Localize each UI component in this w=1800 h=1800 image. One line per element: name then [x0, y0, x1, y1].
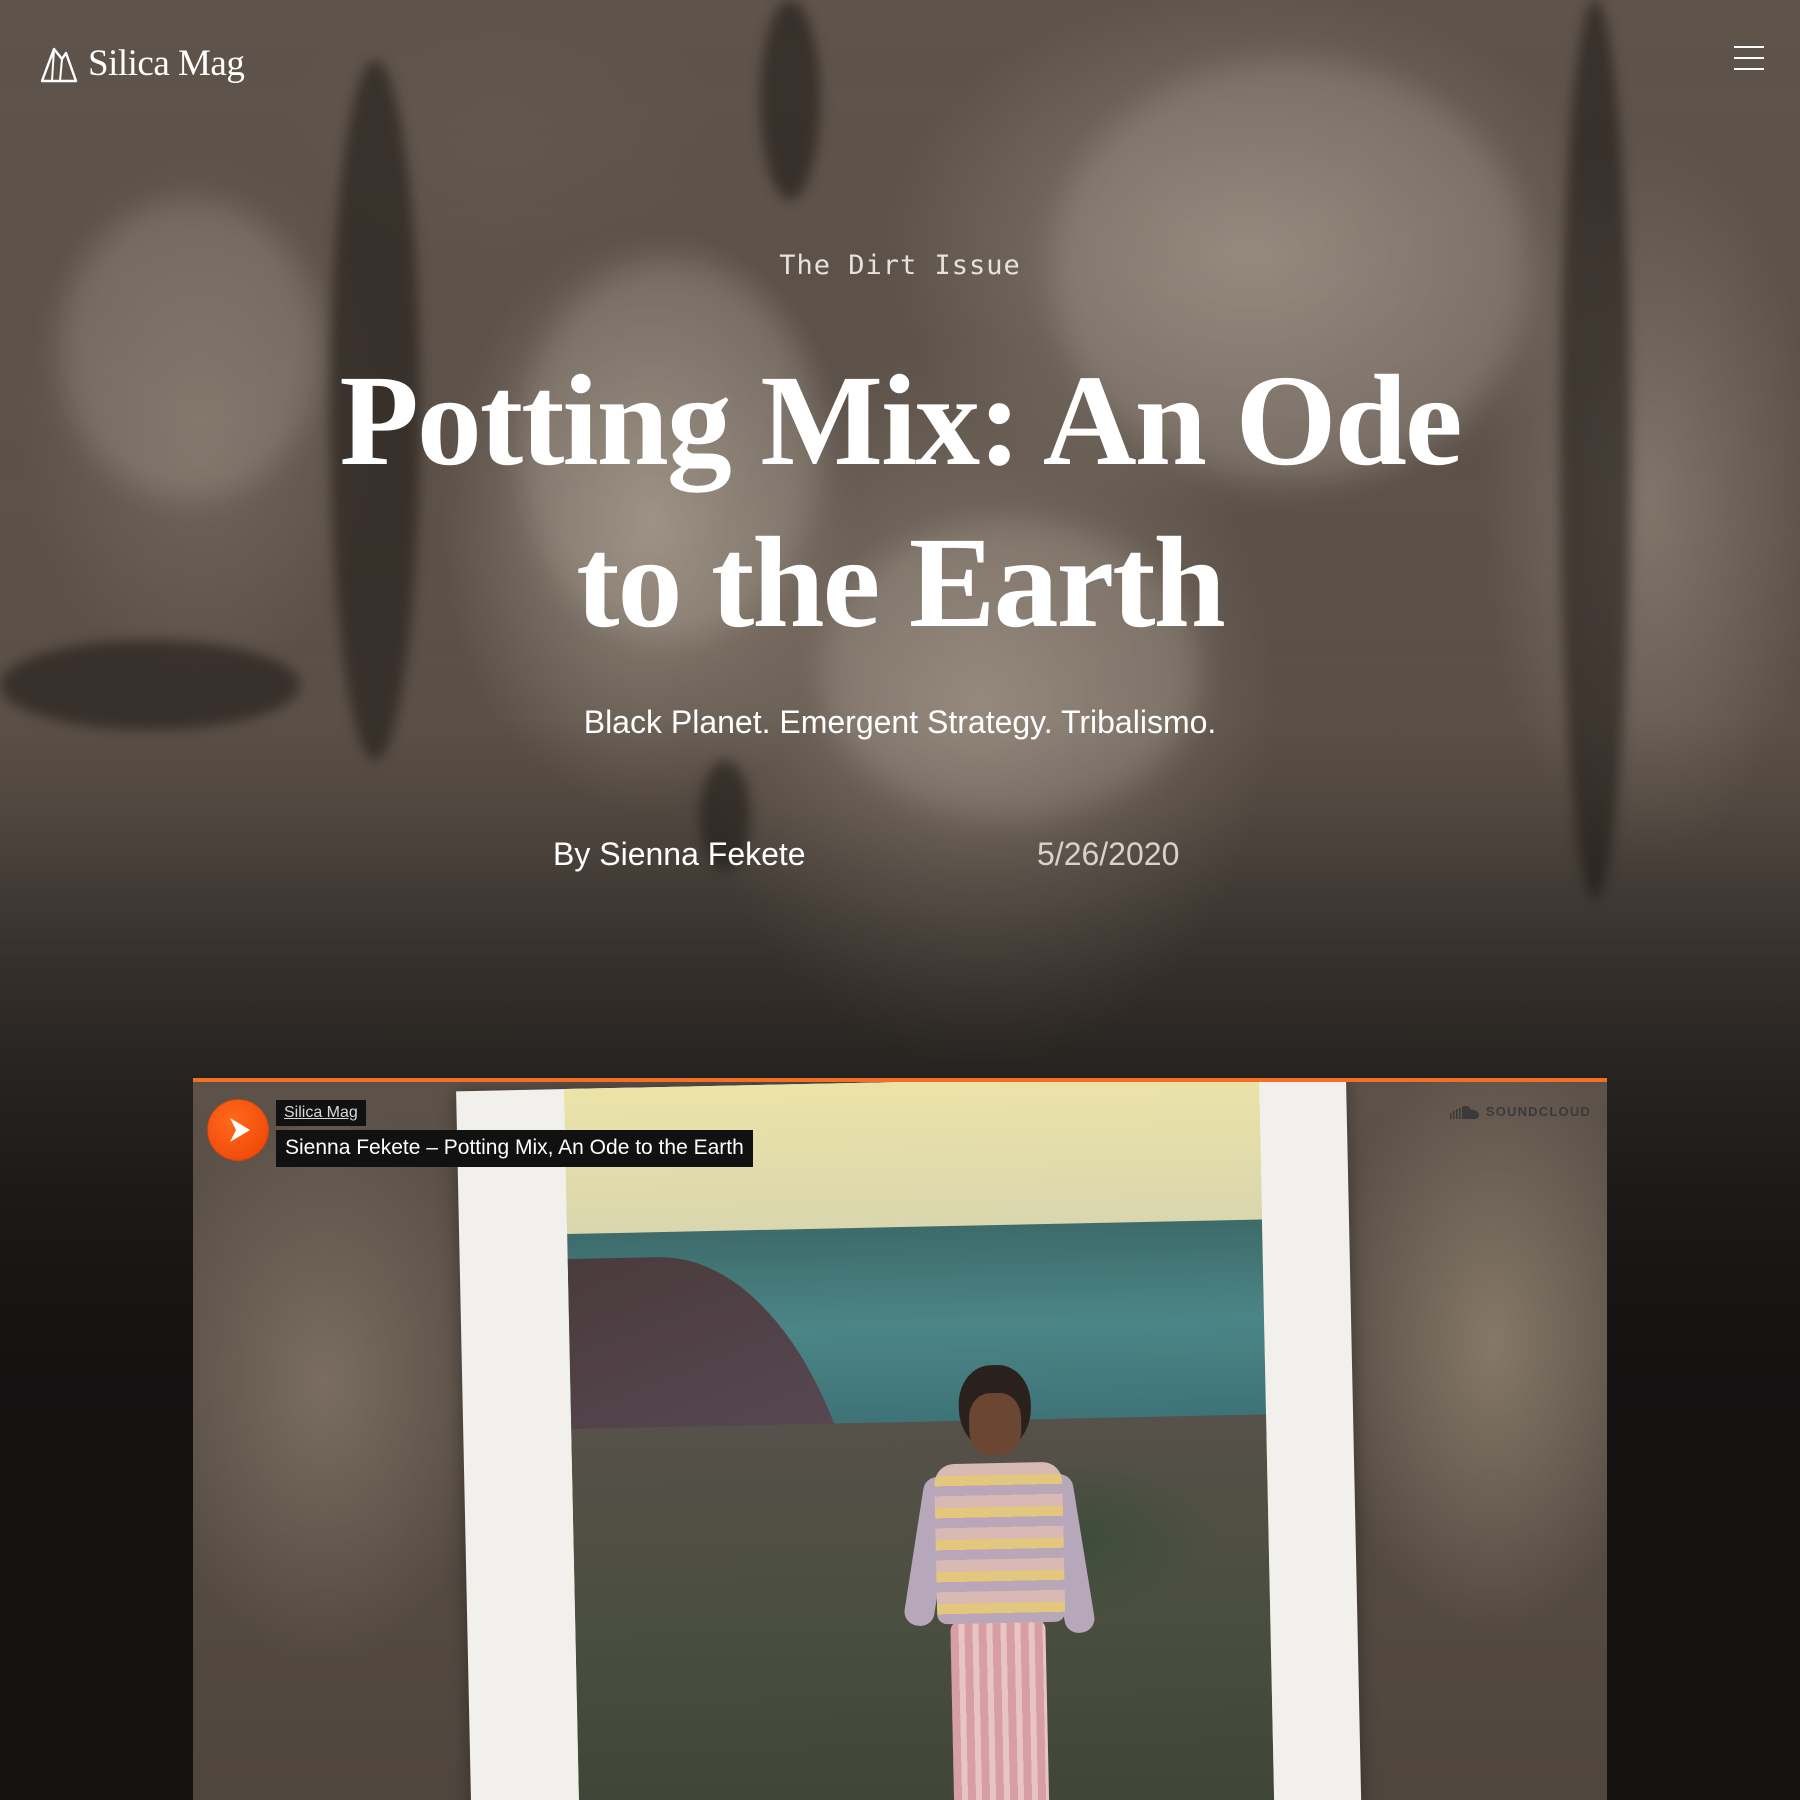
track-artwork	[456, 1082, 1362, 1800]
hamburger-menu-icon[interactable]	[1734, 46, 1764, 72]
article-subtitle: Black Planet. Emergent Strategy. Tribali…	[583, 704, 1217, 740]
site-logo[interactable]: Silica Mag	[38, 42, 245, 85]
publish-date: 5/26/2020	[1037, 836, 1180, 872]
soundcloud-brand-text: SOUNDCLOUD	[1485, 1104, 1591, 1119]
child-figure	[902, 1363, 1097, 1800]
silica-mountain-icon	[40, 47, 78, 82]
soundcloud-player: Silica Mag Sienna Fekete – Potting Mix, …	[193, 1078, 1607, 1800]
site-header: Silica Mag	[0, 0, 1800, 130]
artist-link[interactable]: Silica Mag	[276, 1100, 366, 1126]
site-name: Silica Mag	[88, 43, 245, 84]
issue-label[interactable]: The Dirt Issue	[0, 250, 1800, 281]
track-meta: Silica Mag Sienna Fekete – Potting Mix, …	[276, 1100, 753, 1167]
track-title[interactable]: Sienna Fekete – Potting Mix, An Ode to t…	[276, 1130, 753, 1167]
play-button[interactable]	[207, 1099, 269, 1161]
soundcloud-cloud-icon	[1449, 1105, 1479, 1119]
play-icon	[230, 1118, 250, 1142]
soundcloud-logo[interactable]: SOUNDCLOUD	[1449, 1104, 1591, 1119]
article-title: Potting Mix: An Ode to the Earth	[339, 349, 1462, 655]
artwork-photo-image	[564, 1082, 1275, 1800]
author-byline: By Sienna Fekete	[553, 836, 806, 872]
